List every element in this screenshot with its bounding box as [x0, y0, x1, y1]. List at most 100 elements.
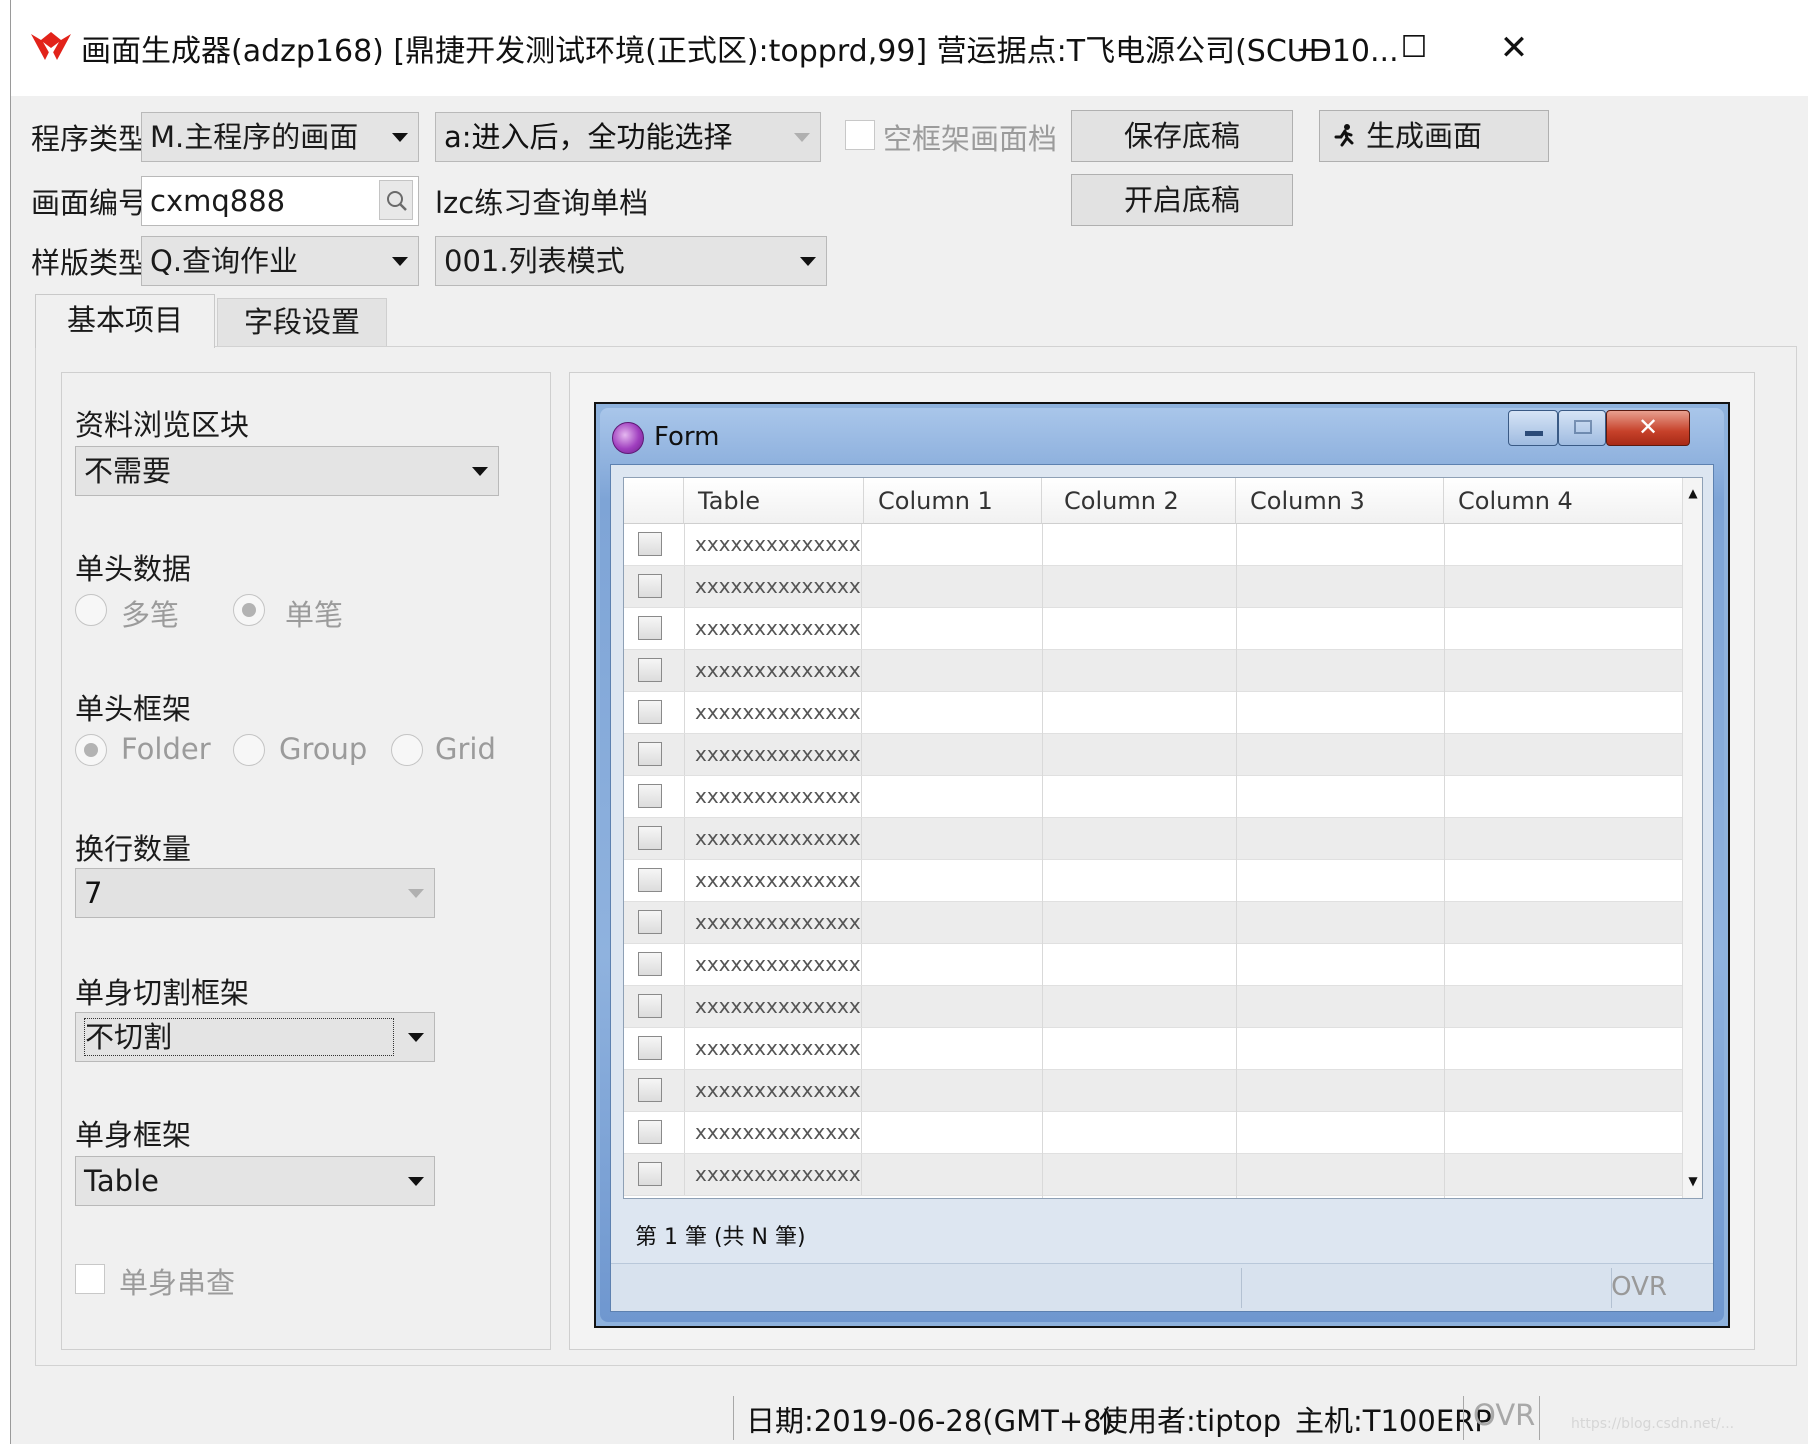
table-row[interactable]: xxxxxxxxxxxxxx — [624, 902, 1684, 944]
table-row[interactable]: xxxxxxxxxxxxxx — [624, 1154, 1684, 1196]
entry-mode-combo[interactable]: a:进入后，全功能选择 — [435, 112, 821, 162]
body-frame-value: Table — [84, 1164, 159, 1198]
body-split-combo[interactable]: 不切割 — [75, 1012, 435, 1062]
row-checkbox[interactable] — [638, 868, 662, 892]
running-man-icon — [1334, 124, 1354, 147]
table-row[interactable]: xxxxxxxxxxxxxx — [624, 524, 1684, 566]
body-link-label: 单身串查 — [119, 1266, 236, 1300]
row-checkbox[interactable] — [638, 532, 662, 556]
form-maximize-icon[interactable] — [1558, 410, 1606, 446]
row-checkbox[interactable] — [638, 952, 662, 976]
chevron-down-icon — [408, 1177, 424, 1186]
header-frame-grid-radio[interactable] — [391, 734, 423, 766]
row-checkbox[interactable] — [638, 1036, 662, 1060]
row-checkbox[interactable] — [638, 742, 662, 766]
template-mode-combo[interactable]: 001.列表模式 — [435, 236, 827, 286]
chevron-down-icon — [472, 467, 488, 476]
chevron-down-icon — [392, 257, 408, 266]
form-preview-window: Form ✕ Table Column 1 Column 2 Column 3 … — [594, 402, 1730, 1328]
save-draft-button[interactable]: 保存底稿 — [1071, 110, 1293, 162]
column-header-2[interactable]: Column 2 — [1042, 478, 1236, 524]
table-row[interactable]: xxxxxxxxxxxxxx — [624, 1070, 1684, 1112]
lookup-button[interactable] — [379, 180, 413, 220]
tab-field-settings[interactable]: 字段设置 — [217, 298, 387, 346]
maximize-button[interactable]: ☐ — [1371, 20, 1457, 76]
header-frame-label: 单头框架 — [75, 692, 192, 726]
row-checkbox[interactable] — [638, 616, 662, 640]
wrap-count-combo[interactable]: 7 — [75, 868, 435, 918]
table-row[interactable]: xxxxxxxxxxxxxx — [624, 944, 1684, 986]
form-minimize-icon[interactable] — [1508, 410, 1558, 446]
chevron-down-icon — [408, 1033, 424, 1042]
screen-no-field[interactable]: cxmq888 — [141, 176, 419, 226]
table-row[interactable]: xxxxxxxxxxxxxx — [624, 734, 1684, 776]
row-checkbox[interactable] — [638, 700, 662, 724]
scroll-up-icon[interactable]: ▲ — [1686, 486, 1700, 500]
table-row[interactable]: xxxxxxxxxxxxxx — [624, 650, 1684, 692]
status-date: 日期:2019-06-28(GMT+8) — [746, 1404, 1113, 1438]
status-bar: 日期:2019-06-28(GMT+8) 使用者:tiptop 主机:T100E… — [11, 1390, 1808, 1444]
table-row[interactable]: xxxxxxxxxxxxxx — [624, 566, 1684, 608]
open-draft-button[interactable]: 开启底稿 — [1071, 174, 1293, 226]
row-checkbox[interactable] — [638, 1162, 662, 1186]
table-row[interactable]: xxxxxxxxxxxxxx — [624, 608, 1684, 650]
table-row[interactable]: xxxxxxxxxxxxxx — [624, 860, 1684, 902]
program-type-label: 程序类型 — [31, 122, 148, 156]
column-header-3[interactable]: Column 3 — [1236, 478, 1444, 524]
body-frame-combo[interactable]: Table — [75, 1156, 435, 1206]
row-checkbox[interactable] — [638, 784, 662, 808]
table-cell: xxxxxxxxxxxxxx — [684, 692, 862, 733]
body-link-checkbox[interactable] — [75, 1264, 105, 1294]
program-type-combo[interactable]: M.主程序的画面 — [141, 112, 419, 162]
form-title: Form — [654, 422, 720, 452]
column-header-1[interactable]: Column 1 — [864, 478, 1042, 524]
program-type-value: M.主程序的画面 — [150, 120, 359, 154]
header-data-multi-radio[interactable] — [75, 594, 107, 626]
table-cell: xxxxxxxxxxxxxx — [684, 1028, 862, 1069]
row-checkbox[interactable] — [638, 1078, 662, 1102]
header-frame-folder-radio[interactable] — [75, 734, 107, 766]
table-row[interactable]: xxxxxxxxxxxxxx — [624, 692, 1684, 734]
browse-block-combo[interactable]: 不需要 — [75, 446, 499, 496]
generate-screen-button[interactable]: 生成画面 — [1319, 110, 1549, 162]
template-type-combo[interactable]: Q.查询作业 — [141, 236, 419, 286]
header-data-single-radio[interactable] — [233, 594, 265, 626]
row-checkbox[interactable] — [638, 826, 662, 850]
empty-frame-checkbox[interactable] — [845, 120, 875, 150]
header-frame-group-radio[interactable] — [233, 734, 265, 766]
table-cell: xxxxxxxxxxxxxx — [684, 650, 862, 691]
table-cell: xxxxxxxxxxxxxx — [684, 566, 862, 607]
column-header-table[interactable]: Table — [684, 478, 864, 524]
browse-block-label: 资料浏览区块 — [75, 408, 250, 442]
row-header-corner — [624, 478, 684, 524]
row-checkbox[interactable] — [638, 994, 662, 1018]
wrap-count-label: 换行数量 — [75, 832, 192, 866]
table-cell: xxxxxxxxxxxxxx — [684, 860, 862, 901]
vertical-scrollbar[interactable]: ▲ ▼ — [1682, 478, 1702, 1198]
row-checkbox[interactable] — [638, 910, 662, 934]
table-row[interactable]: xxxxxxxxxxxxxx — [624, 986, 1684, 1028]
scroll-down-icon[interactable]: ▼ — [1686, 1174, 1700, 1188]
table-row[interactable]: xxxxxxxxxxxxxx — [624, 1028, 1684, 1070]
header-data-single-label: 单笔 — [285, 598, 344, 632]
row-checkbox[interactable] — [638, 1120, 662, 1144]
table-row[interactable]: xxxxxxxxxxxxxx — [624, 818, 1684, 860]
body-frame-label: 单身框架 — [75, 1118, 192, 1152]
table-row[interactable]: xxxxxxxxxxxxxx — [624, 776, 1684, 818]
form-close-icon[interactable]: ✕ — [1606, 410, 1690, 446]
column-header-4[interactable]: Column 4 — [1444, 478, 1684, 524]
tab-basic-items[interactable]: 基本项目 — [35, 294, 215, 348]
browse-block-value: 不需要 — [84, 454, 172, 488]
body-split-value: 不切割 — [84, 1018, 394, 1056]
header-frame-folder-label: Folder — [121, 732, 211, 766]
header-data-multi-label: 多笔 — [121, 598, 180, 632]
preview-table[interactable]: Table Column 1 Column 2 Column 3 Column … — [623, 477, 1703, 1199]
minimize-button[interactable]: — — [1271, 20, 1357, 76]
status-ovr: OVR — [1473, 1398, 1536, 1432]
row-checkbox[interactable] — [638, 574, 662, 598]
window-title: 画面生成器(adzp168) [鼎捷开发测试环境(正式区):topprd,99]… — [81, 34, 1399, 69]
close-button[interactable]: ✕ — [1471, 20, 1557, 76]
row-checkbox[interactable] — [638, 658, 662, 682]
table-row[interactable]: xxxxxxxxxxxxxx — [624, 1112, 1684, 1154]
empty-frame-label: 空框架画面档 — [883, 122, 1058, 156]
